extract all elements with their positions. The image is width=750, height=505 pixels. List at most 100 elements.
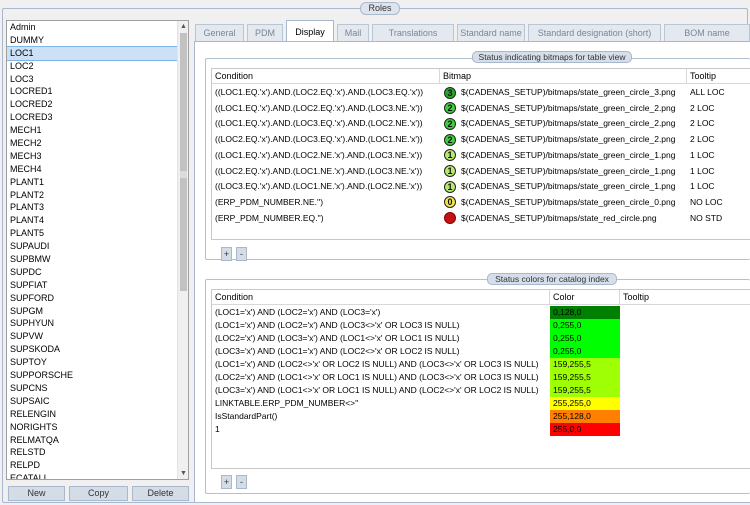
role-list-item[interactable]: LOC3: [7, 73, 179, 86]
role-list-item[interactable]: NORIGHTS: [7, 421, 179, 434]
tab-mail[interactable]: Mail: [337, 24, 369, 41]
role-list-item[interactable]: PLANT1: [7, 176, 179, 189]
role-list-item[interactable]: LOCRED3: [7, 111, 179, 124]
bitmap-path-cell[interactable]: $(CADENAS_SETUP)/bitmaps/state_green_cir…: [458, 195, 686, 210]
role-list-item[interactable]: SUPSKODA: [7, 343, 179, 356]
role-list-item[interactable]: SUPFIAT: [7, 279, 179, 292]
column-header-color[interactable]: Color: [550, 290, 620, 305]
role-list-item[interactable]: MECH2: [7, 137, 179, 150]
role-list-item[interactable]: LOC2: [7, 60, 179, 73]
role-list-item[interactable]: SUPBMW: [7, 253, 179, 266]
bitmap-status-table[interactable]: Condition Bitmap Tooltip ((LOC1.EQ.'x').…: [211, 68, 750, 240]
bitmap-path-cell[interactable]: $(CADENAS_SETUP)/bitmaps/state_green_cir…: [458, 164, 686, 179]
color-swatch-cell[interactable]: 255,128,0: [550, 410, 620, 423]
color-swatch-cell[interactable]: 0,128,0: [550, 306, 620, 319]
role-list-item[interactable]: SUPSAIC: [7, 395, 179, 408]
role-list-item[interactable]: LOC1: [7, 45, 180, 61]
role-list-item[interactable]: RELMATQA: [7, 434, 179, 447]
bitmap-path-cell[interactable]: $(CADENAS_SETUP)/bitmaps/state_green_cir…: [458, 179, 686, 194]
role-list-item[interactable]: SUPHYUN: [7, 317, 179, 330]
color-swatch-cell[interactable]: 0,255,0: [550, 319, 620, 332]
tab-general[interactable]: General: [195, 24, 244, 41]
color-status-table[interactable]: Condition Color Tooltip (LOC1='x') AND (…: [211, 289, 750, 469]
tab-pdm[interactable]: PDM: [247, 24, 283, 41]
add-color-row-button[interactable]: +: [221, 475, 232, 489]
role-list-item[interactable]: SUPDC: [7, 266, 179, 279]
add-bitmap-row-button[interactable]: +: [221, 247, 232, 261]
tab-standard-designation-short[interactable]: Standard designation (short): [528, 24, 661, 41]
color-swatch-cell[interactable]: 159,255,5: [550, 384, 620, 397]
bitmap-tooltip-cell[interactable]: 1 LOC: [687, 179, 750, 194]
bitmap-tooltip-cell[interactable]: NO LOC: [687, 195, 750, 210]
copy-button[interactable]: Copy: [69, 486, 128, 501]
remove-color-row-button[interactable]: -: [236, 475, 247, 489]
color-swatch-cell[interactable]: 255,255,0: [550, 397, 620, 410]
role-list-item[interactable]: SUPTOY: [7, 356, 179, 369]
tab-standard-name[interactable]: Standard name: [457, 24, 525, 41]
bitmap-condition-cell[interactable]: (ERP_PDM_NUMBER.NE.''): [212, 195, 440, 210]
column-header-condition[interactable]: Condition: [212, 290, 550, 305]
scroll-up-arrow-icon[interactable]: ▲: [178, 21, 188, 32]
bitmap-path-cell[interactable]: $(CADENAS_SETUP)/bitmaps/state_green_cir…: [458, 132, 686, 147]
role-list-item[interactable]: MECH1: [7, 124, 179, 137]
role-list-item[interactable]: PLANT3: [7, 201, 179, 214]
column-header-bitmap[interactable]: Bitmap: [440, 69, 687, 84]
color-swatch-cell[interactable]: 159,255,5: [550, 371, 620, 384]
bitmap-path-cell[interactable]: $(CADENAS_SETUP)/bitmaps/state_green_cir…: [458, 116, 686, 131]
bitmap-condition-cell[interactable]: (ERP_PDM_NUMBER.EQ.''): [212, 211, 440, 226]
role-list-item[interactable]: RELPD: [7, 459, 179, 472]
remove-bitmap-row-button[interactable]: -: [236, 247, 247, 261]
delete-button[interactable]: Delete: [132, 486, 189, 501]
role-list-item[interactable]: SUPVW: [7, 330, 179, 343]
bitmap-tooltip-cell[interactable]: 2 LOC: [687, 101, 750, 116]
bitmap-path-cell[interactable]: $(CADENAS_SETUP)/bitmaps/state_green_cir…: [458, 85, 686, 100]
bitmap-path-cell[interactable]: $(CADENAS_SETUP)/bitmaps/state_green_cir…: [458, 101, 686, 116]
role-list-item[interactable]: PLANT4: [7, 214, 179, 227]
bitmap-path-cell[interactable]: $(CADENAS_SETUP)/bitmaps/state_green_cir…: [458, 148, 686, 163]
bitmap-tooltip-cell[interactable]: NO STD: [687, 211, 750, 226]
scroll-down-arrow-icon[interactable]: ▼: [178, 468, 188, 479]
bitmap-condition-cell[interactable]: ((LOC1.EQ.'x').AND.(LOC2.NE.'x').AND.(LO…: [212, 148, 440, 163]
tab-display[interactable]: Display: [286, 20, 334, 42]
column-header-condition[interactable]: Condition: [212, 69, 440, 84]
column-header-tooltip[interactable]: Tooltip: [620, 290, 750, 305]
bitmap-tooltip-cell[interactable]: 1 LOC: [687, 164, 750, 179]
role-list-item[interactable]: DUMMY: [7, 34, 179, 47]
role-list[interactable]: Admin DUMMY LOC1 LOC2 LOC3 LOCRED1 LOCRED2 LOCR…: [6, 20, 189, 480]
bitmap-condition-cell[interactable]: ((LOC1.EQ.'x').AND.(LOC3.EQ.'x').AND.(LO…: [212, 116, 440, 131]
new-button[interactable]: New: [8, 486, 65, 501]
role-list-item[interactable]: RELSTD: [7, 446, 179, 459]
bitmap-tooltip-cell[interactable]: 2 LOC: [687, 116, 750, 131]
bitmap-path-cell[interactable]: $(CADENAS_SETUP)/bitmaps/state_red_circl…: [458, 211, 686, 226]
role-list-item[interactable]: LOCRED1: [7, 85, 179, 98]
role-list-item[interactable]: MECH4: [7, 163, 179, 176]
column-header-tooltip[interactable]: Tooltip: [687, 69, 750, 84]
bitmap-tooltip-cell[interactable]: 1 LOC: [687, 148, 750, 163]
role-list-item[interactable]: PLANT2: [7, 189, 179, 202]
color-swatch-cell[interactable]: 0,255,0: [550, 332, 620, 345]
tab-bom-name[interactable]: BOM name: [664, 24, 750, 41]
role-list-scrollbar[interactable]: ▲ ▼: [177, 21, 188, 479]
role-list-item[interactable]: SUPGM: [7, 305, 179, 318]
role-list-item[interactable]: MECH3: [7, 150, 179, 163]
role-list-item[interactable]: LOCRED2: [7, 98, 179, 111]
bitmap-tooltip-cell[interactable]: ALL LOC: [687, 85, 750, 100]
color-swatch-cell[interactable]: 255,0,0: [550, 423, 620, 436]
role-list-item[interactable]: SUPPORSCHE: [7, 369, 179, 382]
bitmap-condition-cell[interactable]: ((LOC1.EQ.'x').AND.(LOC2.EQ.'x').AND.(LO…: [212, 85, 440, 100]
bitmap-condition-cell[interactable]: ((LOC2.EQ.'x').AND.(LOC3.EQ.'x').AND.(LO…: [212, 132, 440, 147]
role-list-item[interactable]: SUPFORD: [7, 292, 179, 305]
bitmap-condition-cell[interactable]: ((LOC3.EQ.'x').AND.(LOC1.NE.'x').AND.(LO…: [212, 179, 440, 194]
role-list-item[interactable]: ECATALI: [7, 472, 179, 479]
role-list-item[interactable]: SUPCNS: [7, 382, 179, 395]
color-swatch-cell[interactable]: 159,255,5: [550, 358, 620, 371]
color-swatch-cell[interactable]: 0,255,0: [550, 345, 620, 358]
role-list-item[interactable]: SUPAUDI: [7, 240, 179, 253]
scroll-thumb[interactable]: [180, 33, 187, 291]
tab-translations[interactable]: Translations: [372, 24, 454, 41]
role-list-item[interactable]: Admin: [7, 21, 179, 34]
color-condition-cell[interactable]: 1: [212, 422, 550, 437]
bitmap-tooltip-cell[interactable]: 2 LOC: [687, 132, 750, 147]
bitmap-condition-cell[interactable]: ((LOC2.EQ.'x').AND.(LOC1.NE.'x').AND.(LO…: [212, 164, 440, 179]
role-list-item[interactable]: PLANT5: [7, 227, 179, 240]
